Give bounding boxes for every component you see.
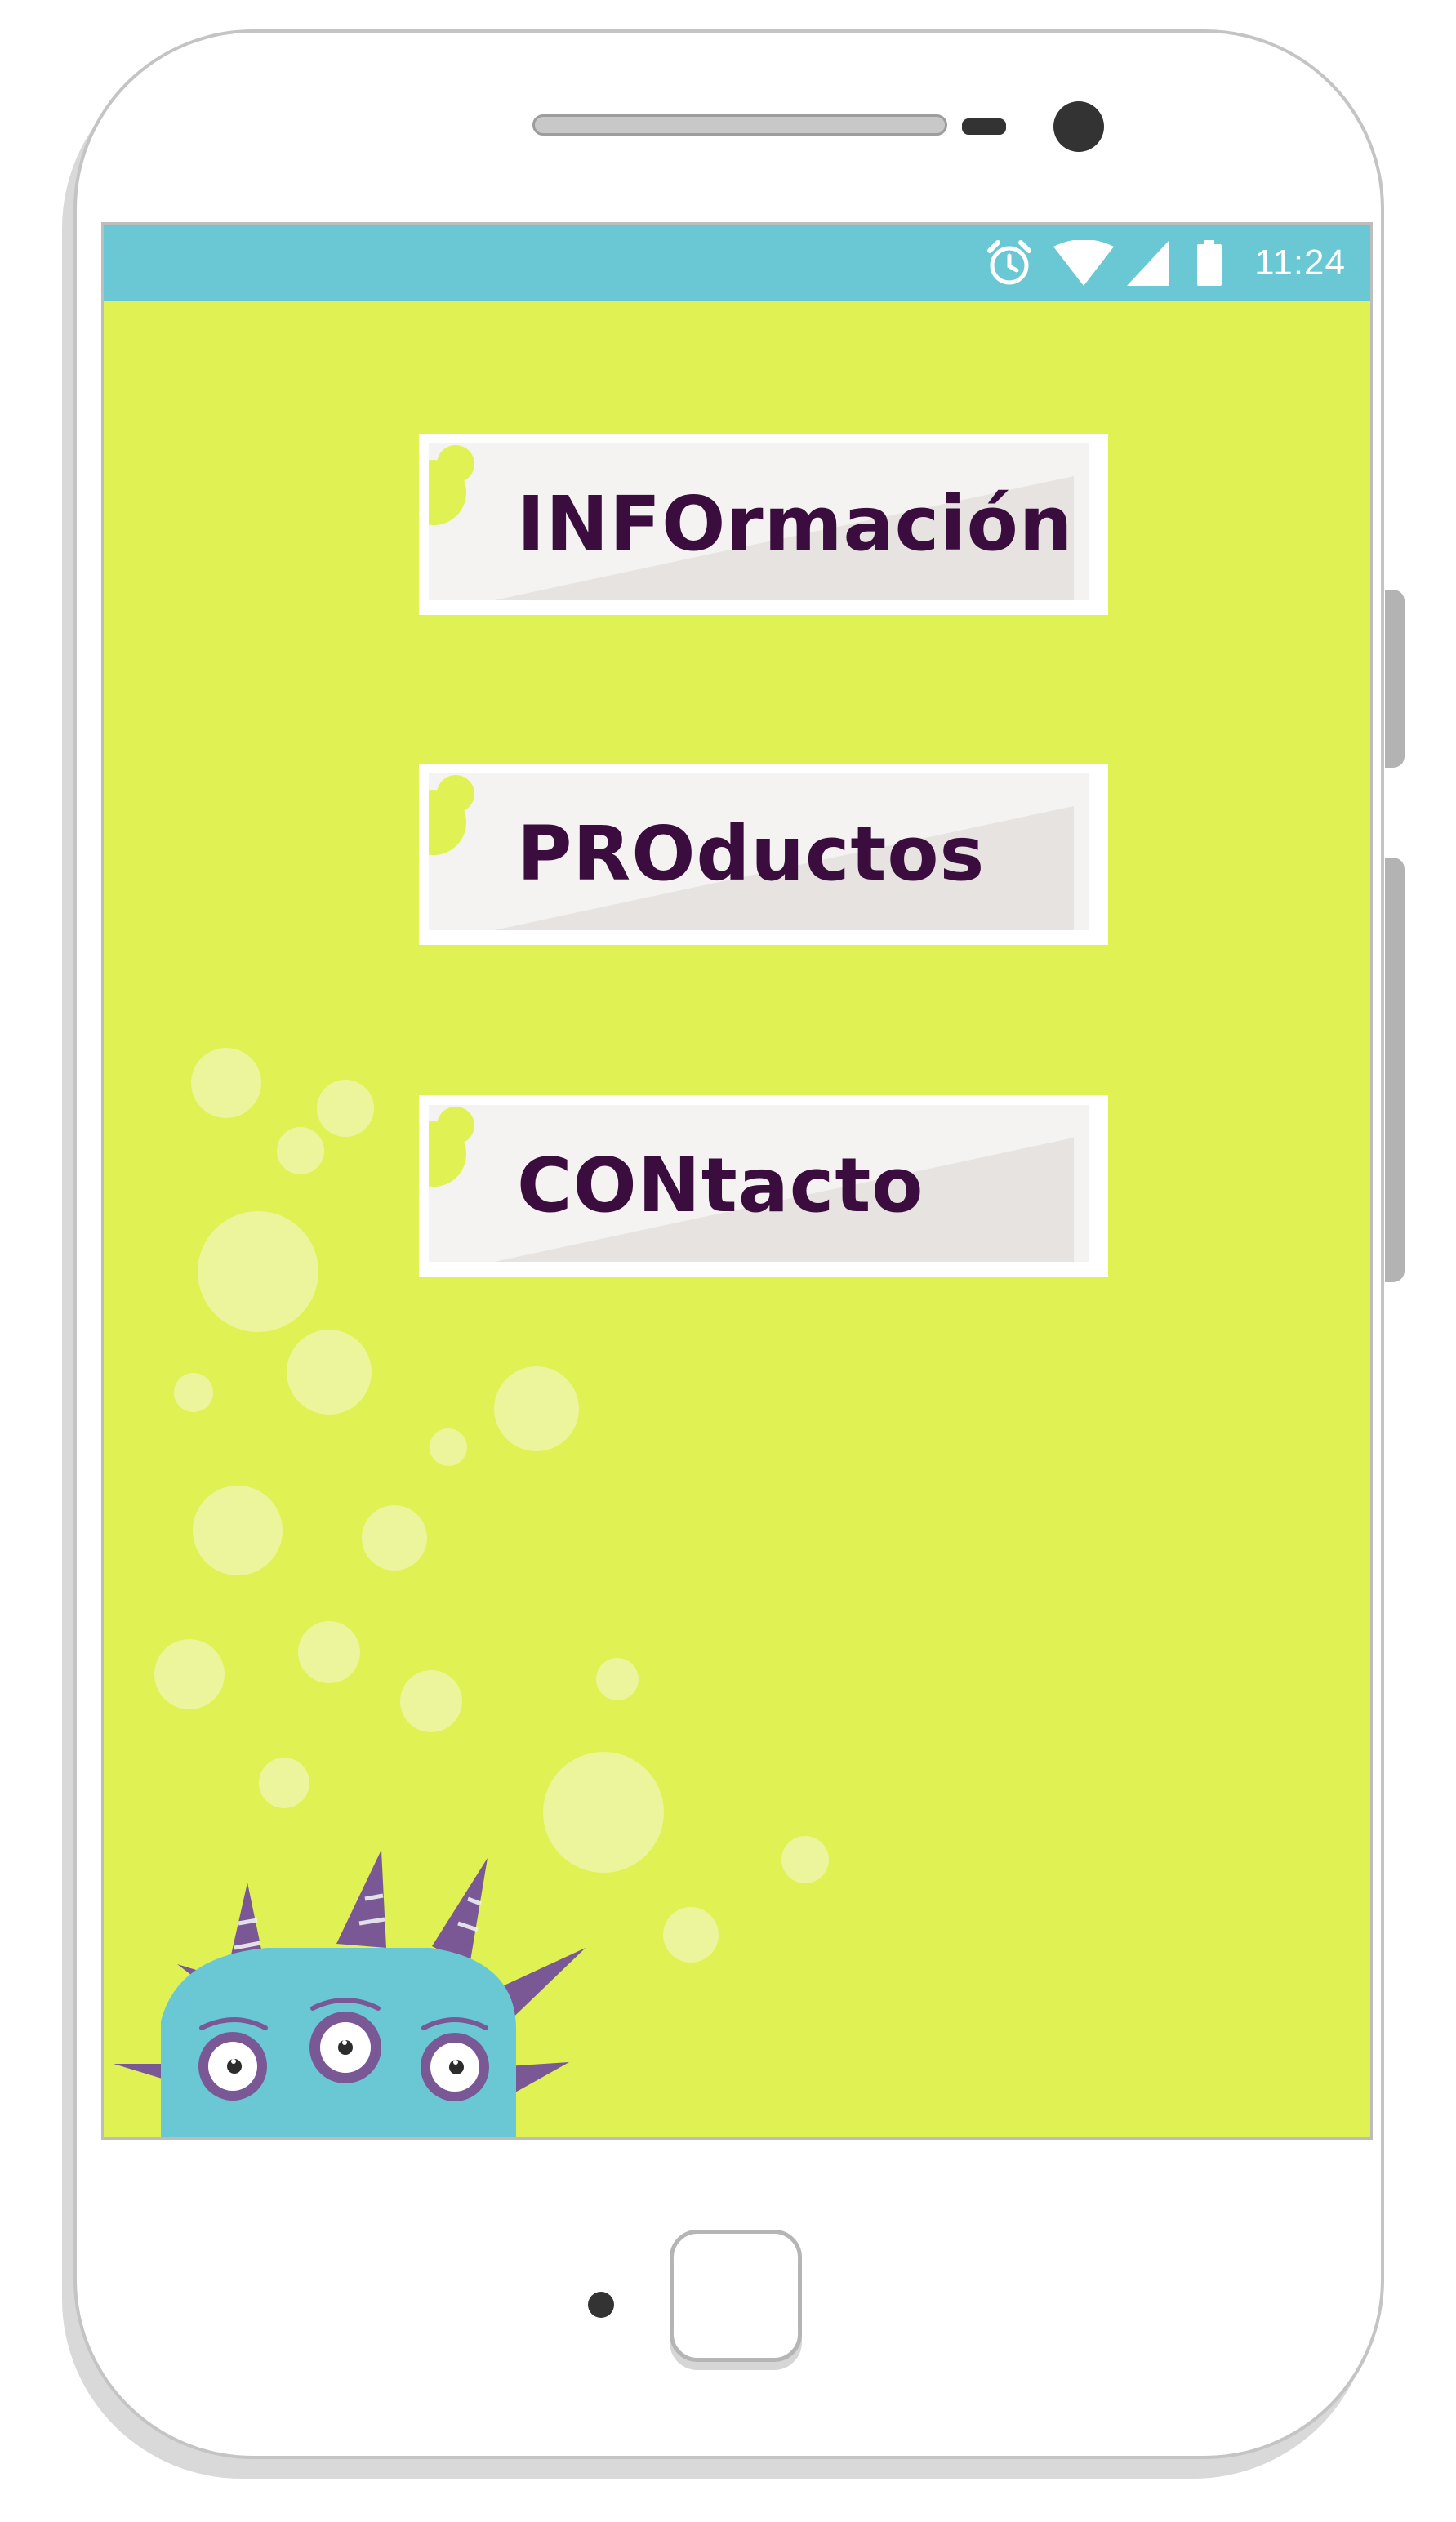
app-screen: 11:24 INFOrmación PROductos CONtacto xyxy=(101,222,1373,2140)
alarm-icon xyxy=(986,239,1032,287)
bubble xyxy=(191,1048,261,1118)
bubble xyxy=(198,1211,318,1332)
status-bar: 11:24 xyxy=(104,225,1370,301)
bubble xyxy=(193,1486,283,1575)
button-bite xyxy=(437,1107,474,1144)
menu-button-informacion[interactable]: INFOrmación xyxy=(419,434,1108,615)
volume-button xyxy=(1385,590,1405,768)
status-icons: 11:24 xyxy=(986,225,1346,301)
bubble xyxy=(287,1330,372,1415)
three-eyed-monster-illustration xyxy=(114,1850,586,2137)
bubble xyxy=(494,1366,579,1451)
front-camera xyxy=(1053,101,1104,152)
button-bite xyxy=(437,775,474,813)
wifi-icon xyxy=(1053,240,1115,286)
button-bite xyxy=(437,445,474,483)
bubble xyxy=(277,1127,324,1174)
bubble xyxy=(400,1670,462,1732)
menu-button-label: CONtacto xyxy=(517,1142,924,1229)
menu-button-label: INFOrmación xyxy=(517,480,1074,568)
signal-icon xyxy=(1127,240,1170,286)
menu-button-label: PROductos xyxy=(517,810,986,898)
bubble xyxy=(781,1836,829,1883)
bubble xyxy=(362,1505,427,1571)
bubble xyxy=(317,1080,374,1137)
bubble xyxy=(430,1428,467,1466)
earpiece-speaker xyxy=(532,114,947,136)
bubble xyxy=(596,1658,639,1700)
battery-icon xyxy=(1197,240,1222,286)
power-button xyxy=(1385,858,1405,1282)
menu-button-productos[interactable]: PROductos xyxy=(419,764,1108,945)
proximity-sensor xyxy=(962,118,1006,135)
menu-button-contacto[interactable]: CONtacto xyxy=(419,1095,1108,1277)
bubble xyxy=(174,1373,213,1412)
home-button[interactable] xyxy=(670,2230,802,2362)
status-time: 11:24 xyxy=(1254,243,1346,283)
bubble xyxy=(298,1621,360,1683)
bubble xyxy=(154,1639,225,1709)
back-button[interactable] xyxy=(588,2292,614,2318)
